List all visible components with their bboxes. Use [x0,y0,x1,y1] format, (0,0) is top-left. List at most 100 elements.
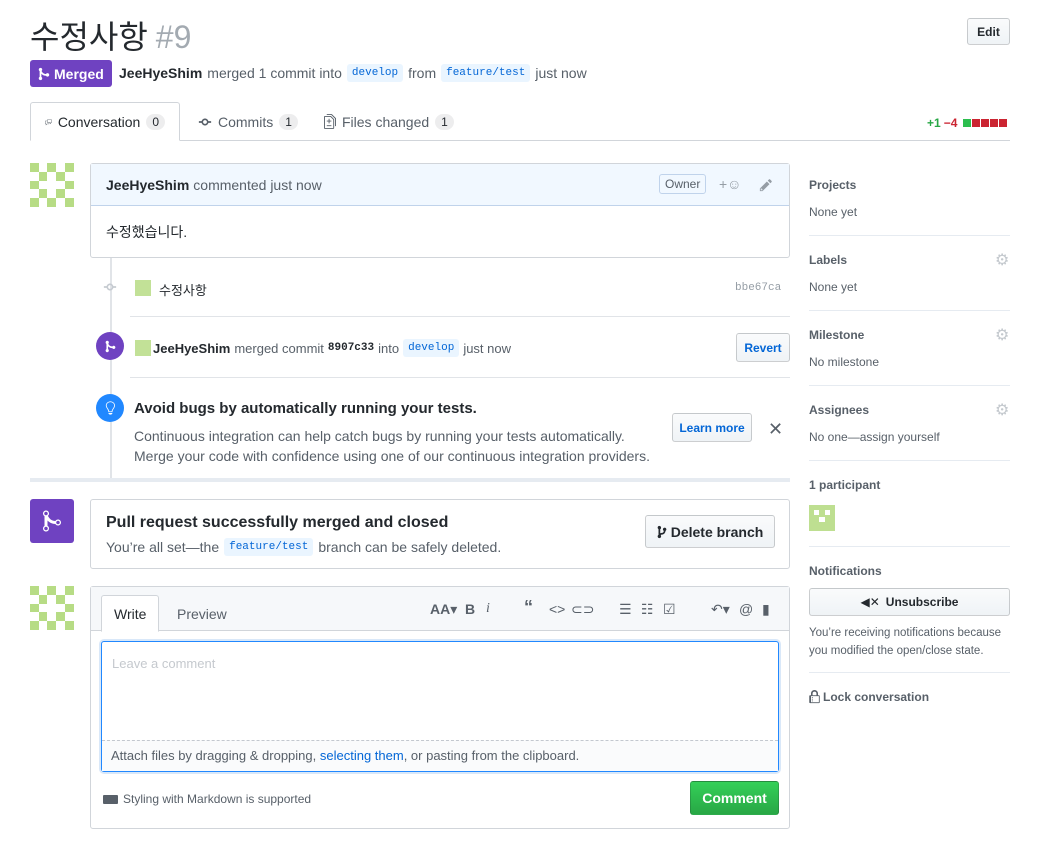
comment-author[interactable]: JeeHyeShim [106,177,189,193]
pr-author-link[interactable]: JeeHyeShim [119,65,202,81]
comment-submit-button[interactable]: Comment [690,781,779,815]
bookmark-icon[interactable]: ▮ [762,601,770,618]
diff-block [963,119,972,127]
reply-icon[interactable]: ↶▾ [711,601,730,618]
tab-conversation[interactable]: Conversation 0 [30,102,180,141]
light-bulb-icon [105,401,115,415]
bullet-list-icon[interactable]: ☰ [619,601,632,618]
sidebar-participants-title: 1 participant [809,478,881,492]
revert-button[interactable]: Revert [736,333,790,362]
sidebar-projects-title[interactable]: Projects [809,178,856,192]
diffstat[interactable]: +1 −4 [927,116,1008,130]
edit-button[interactable]: Edit [967,18,1010,45]
comment-editor: Write Preview AA▾ B i “ <> ⊂⊃ ☰ ☷ ☑ ↶▾ @… [90,586,790,829]
sidebar-separator [809,310,1010,311]
bold-icon[interactable]: B [465,601,475,617]
attach-text-before: Attach files by dragging & dropping, [111,748,317,763]
head-branch[interactable]: feature/test [441,64,531,82]
link-icon[interactable]: ⊂⊃ [571,601,594,618]
merge-avatar[interactable] [135,340,151,356]
sidebar-projects-value: None yet [809,205,858,219]
tab-files-changed[interactable]: Files changed 1 [310,102,468,141]
learn-more-button[interactable]: Learn more [672,413,752,442]
lock-conversation-link[interactable]: Lock conversation [809,690,929,704]
sidebar-assignees-title[interactable]: Assignees [809,403,869,417]
add-reaction-icon[interactable]: +☺ [719,176,741,192]
sidebar-separator [809,546,1010,547]
sidebar-milestone-title[interactable]: Milestone [809,328,864,342]
merged-status-before: You’re all set—the [106,539,220,555]
attach-text-after: , or pasting from the clipboard. [403,748,580,763]
pencil-icon[interactable] [759,178,773,192]
merged-status-text: You’re all set—the feature/test branch c… [106,538,501,556]
unsubscribe-button[interactable]: ◀✕ Unsubscribe [809,588,1010,616]
sidebar-notifications-title: Notifications [809,564,882,578]
timeline-end-separator [30,478,790,482]
participant-avatar[interactable] [809,505,835,531]
sidebar-separator [809,672,1010,673]
tab-preview[interactable]: Preview [165,595,239,632]
timeline-separator [130,377,790,378]
git-merge-icon [43,510,61,532]
sidebar-labels-title[interactable]: Labels [809,253,847,267]
diff-block [999,119,1008,127]
avatar[interactable] [30,586,74,630]
select-files-link[interactable]: selecting them [320,748,404,763]
gear-icon[interactable]: ⚙ [995,325,1009,345]
pr-title-text: 수정사항 [30,19,148,55]
task-list-icon[interactable]: ☑ [663,601,676,618]
git-commit-icon [198,118,212,125]
lock-icon [809,690,820,704]
pr-number: #9 [155,19,192,55]
merge-event-text: JeeHyeShim merged commit 8907c33 into de… [153,339,511,357]
merged-state-label: Merged [54,65,104,82]
sidebar-labels-value: None yet [809,280,858,294]
gear-icon[interactable]: ⚙ [995,400,1009,420]
italic-icon[interactable]: i [486,601,490,617]
comment-textarea[interactable]: Leave a comment Attach files by dragging… [101,641,779,772]
commit-message[interactable]: 수정사항 [159,280,207,299]
file-diff-icon [324,114,336,129]
avatar[interactable] [30,163,74,207]
comment-discussion-icon [45,118,52,125]
merge-sha[interactable]: 8907c33 [328,342,374,354]
quote-icon[interactable]: “ [524,597,533,618]
attach-dropzone[interactable]: Attach files by dragging & dropping, sel… [102,740,778,771]
mute-icon: ◀✕ [860,595,880,609]
tab-write[interactable]: Write [101,595,160,632]
merged-status-branch[interactable]: feature/test [224,538,314,556]
base-branch[interactable]: develop [346,64,404,82]
tab-commits-count: 1 [279,113,298,130]
merged-status-after: branch can be safely deleted. [318,539,502,555]
text-size-icon[interactable]: AA▾ [430,601,457,618]
diff-block [972,119,981,127]
close-icon[interactable]: ✕ [768,420,783,438]
merge-time: just now [535,65,587,81]
pr-meta: JeeHyeShim merged 1 commit into develop … [119,64,587,82]
commit-sha[interactable]: bbe67ca [735,282,781,294]
markdown-note[interactable]: Styling with Markdown is supported [103,792,311,806]
from-text: from [408,65,437,81]
tab-conversation-count: 0 [146,113,165,130]
diff-deletions: −4 [943,116,958,130]
mention-icon[interactable]: @ [739,601,753,617]
diff-block [981,119,990,127]
delete-branch-button[interactable]: Delete branch [645,515,775,548]
numbered-list-icon[interactable]: ☷ [641,601,654,618]
tab-commits[interactable]: Commits 1 [184,102,312,141]
merge-text-2: into [378,340,400,356]
commit-avatar[interactable] [135,280,151,296]
markdown-note-text: Styling with Markdown is supported [123,792,312,806]
git-branch-icon [657,525,667,538]
merge-branch[interactable]: develop [403,339,460,357]
merge-author[interactable]: JeeHyeShim [153,341,230,356]
gear-icon[interactable]: ⚙ [995,250,1009,270]
git-commit-icon [103,283,117,291]
comment-placeholder: Leave a comment [112,656,216,671]
code-icon[interactable]: <> [549,601,565,617]
markdown-icon [103,794,118,804]
sidebar-separator [809,235,1010,236]
tab-conversation-label: Conversation [57,113,141,130]
sidebar-assignees-value[interactable]: No one—assign yourself [809,430,940,444]
comment-header: JeeHyeShim commented just now Owner +☺ [91,164,789,206]
